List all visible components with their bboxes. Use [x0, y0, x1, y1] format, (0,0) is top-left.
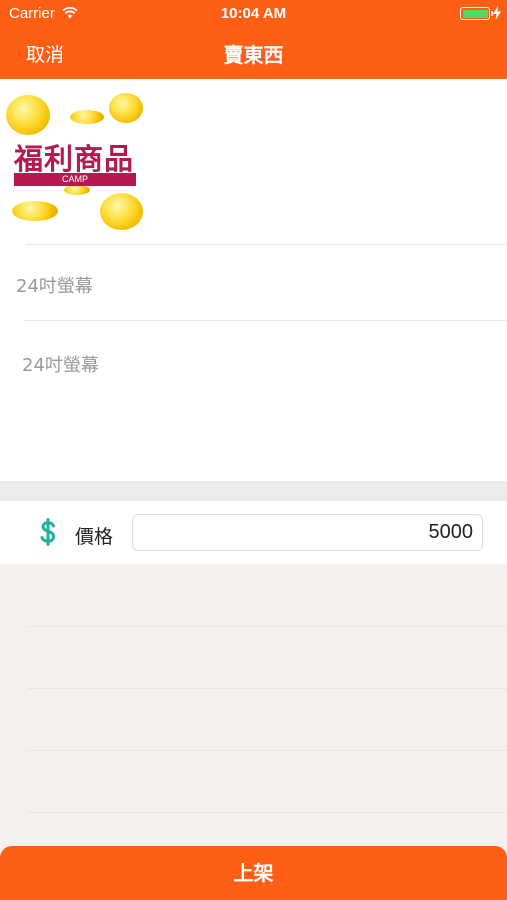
item-description-field[interactable]: 24吋螢幕 [22, 351, 99, 377]
price-input[interactable]: 5000 [132, 514, 483, 551]
charging-bolt-icon [493, 6, 501, 20]
battery-icon [460, 7, 490, 20]
page-title: 賣東西 [223, 43, 284, 67]
coin-decoration [64, 185, 90, 195]
coin-decoration [6, 95, 50, 135]
dollar-icon [40, 518, 56, 546]
photo-logo-text: 福利商品 [14, 142, 135, 176]
divider [28, 688, 507, 689]
price-label: 價格 [75, 526, 114, 548]
clock: 10:04 AM [220, 5, 287, 22]
photo-logo-band: CAMP [14, 173, 136, 186]
item-title-field[interactable]: 24吋螢幕 [16, 272, 93, 298]
coin-decoration [70, 110, 104, 124]
list-item-button[interactable]: 上架 [0, 846, 507, 900]
section-gap [0, 481, 507, 501]
product-photo[interactable]: 福利商品 CAMP [6, 93, 143, 230]
divider [28, 750, 507, 751]
coin-decoration [109, 93, 143, 123]
divider [24, 320, 507, 321]
coin-decoration [12, 201, 58, 221]
divider [28, 626, 507, 627]
navigation-bar: 取消 賣東西 [0, 28, 507, 79]
coin-decoration [100, 193, 143, 230]
status-bar: Carrier 10:04 AM [0, 0, 507, 28]
photo-band-text: CAMP [61, 174, 88, 184]
divider [28, 812, 507, 813]
divider [26, 244, 507, 245]
